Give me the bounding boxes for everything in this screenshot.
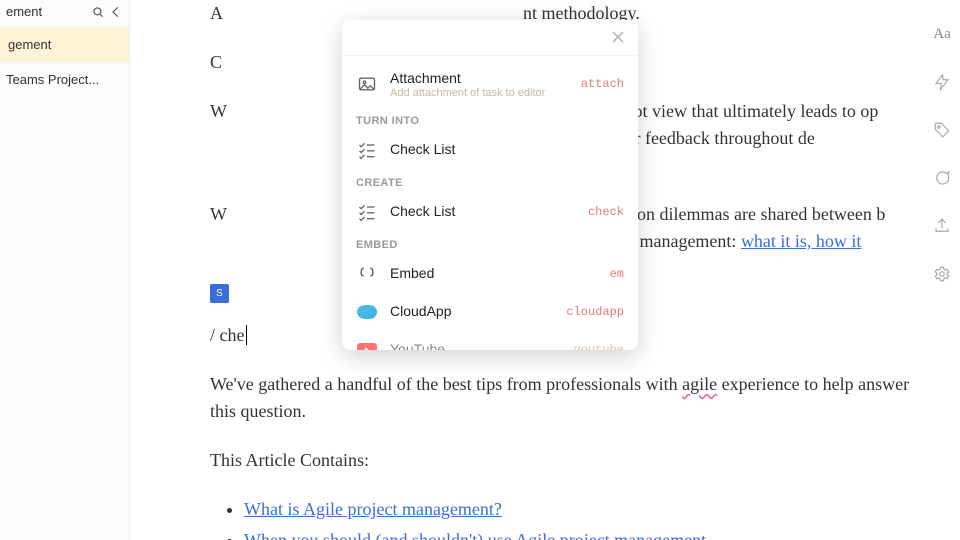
popover-item-shortcut: attach bbox=[581, 77, 624, 91]
popover-item-title: Check List bbox=[390, 203, 576, 220]
toc-heading: This Article Contains: bbox=[210, 447, 910, 474]
spellcheck-word[interactable]: agile bbox=[682, 374, 717, 394]
tag-icon[interactable] bbox=[932, 120, 952, 140]
action-rail: Aa bbox=[932, 24, 952, 284]
slash-input[interactable]: che bbox=[220, 325, 247, 345]
popover-item-shortcut: youtube bbox=[574, 343, 624, 350]
text-fragment: C bbox=[210, 52, 222, 72]
popover-section-create: CREATE bbox=[342, 169, 638, 193]
popover-item-shortcut: em bbox=[610, 267, 624, 281]
image-icon bbox=[356, 73, 378, 95]
sidebar: ement gement Teams Project... bbox=[0, 0, 130, 540]
collapse-icon[interactable] bbox=[109, 5, 123, 19]
slash-command-popover: Attachment Add attachment of task to edi… bbox=[342, 20, 638, 350]
popover-item-attachment[interactable]: Attachment Add attachment of task to edi… bbox=[342, 62, 638, 107]
popover-item-checklist-create[interactable]: Check List check bbox=[342, 193, 638, 231]
text-fragment: A bbox=[210, 3, 223, 23]
toc-item: What is Agile project management? bbox=[244, 496, 910, 523]
toc-link[interactable]: What is Agile project management? bbox=[244, 499, 502, 519]
popover-section-embed: EMBED bbox=[342, 231, 638, 255]
typography-button[interactable]: Aa bbox=[932, 24, 952, 44]
text-fragment: W bbox=[210, 204, 227, 224]
sidebar-item-teams-project[interactable]: Teams Project... bbox=[0, 62, 129, 97]
code-icon bbox=[356, 263, 378, 285]
popover-item-title: CloudApp bbox=[390, 303, 554, 320]
automation-icon[interactable] bbox=[932, 72, 952, 92]
settings-icon[interactable] bbox=[932, 264, 952, 284]
popover-item-shortcut: cloudapp bbox=[566, 305, 624, 319]
sidebar-item-label: Teams Project... bbox=[6, 72, 99, 87]
sidebar-item-current[interactable]: gement bbox=[0, 27, 129, 62]
popover-header bbox=[342, 20, 638, 56]
cloudapp-icon bbox=[356, 301, 378, 323]
popover-item-subtitle: Add attachment of task to editor bbox=[390, 87, 569, 99]
slash-prefix: / bbox=[210, 325, 220, 345]
popover-item-cloudapp[interactable]: CloudApp cloudapp bbox=[342, 293, 638, 331]
popover-item-embed[interactable]: Embed em bbox=[342, 255, 638, 293]
popover-item-checklist-turn[interactable]: Check List bbox=[342, 131, 638, 169]
search-icon[interactable] bbox=[91, 5, 105, 19]
inline-link[interactable]: what it is, how it bbox=[741, 231, 862, 251]
popover-item-title: YouTube bbox=[390, 341, 562, 350]
popover-section-turn-into: TURN INTO bbox=[342, 107, 638, 131]
toc-list: What is Agile project management? When y… bbox=[244, 496, 910, 540]
youtube-icon bbox=[356, 339, 378, 350]
toc-item: When you should (and shouldn't) use Agil… bbox=[244, 527, 910, 540]
popover-item-youtube[interactable]: YouTube youtube bbox=[342, 331, 638, 350]
sidebar-item-label: gement bbox=[8, 37, 51, 52]
text-fragment: We've gathered a handful of the best tip… bbox=[210, 374, 682, 394]
editor-main: Ant methodology. C Wrom a 30,000-foot vi… bbox=[130, 0, 960, 540]
checklist-icon bbox=[356, 201, 378, 223]
sidebar-title: ement bbox=[6, 4, 85, 19]
popover-item-title: Check List bbox=[390, 141, 624, 158]
comment-icon[interactable] bbox=[932, 168, 952, 188]
selection-badge: S bbox=[210, 284, 229, 303]
close-icon[interactable] bbox=[608, 27, 628, 47]
checklist-icon bbox=[356, 139, 378, 161]
text-fragment: W bbox=[210, 101, 227, 121]
share-icon[interactable] bbox=[932, 216, 952, 236]
popover-item-title: Attachment bbox=[390, 70, 569, 87]
popover-item-shortcut: check bbox=[588, 205, 624, 219]
popover-item-title: Embed bbox=[390, 265, 598, 282]
toc-link[interactable]: When you should (and shouldn't) use Agil… bbox=[244, 530, 706, 540]
